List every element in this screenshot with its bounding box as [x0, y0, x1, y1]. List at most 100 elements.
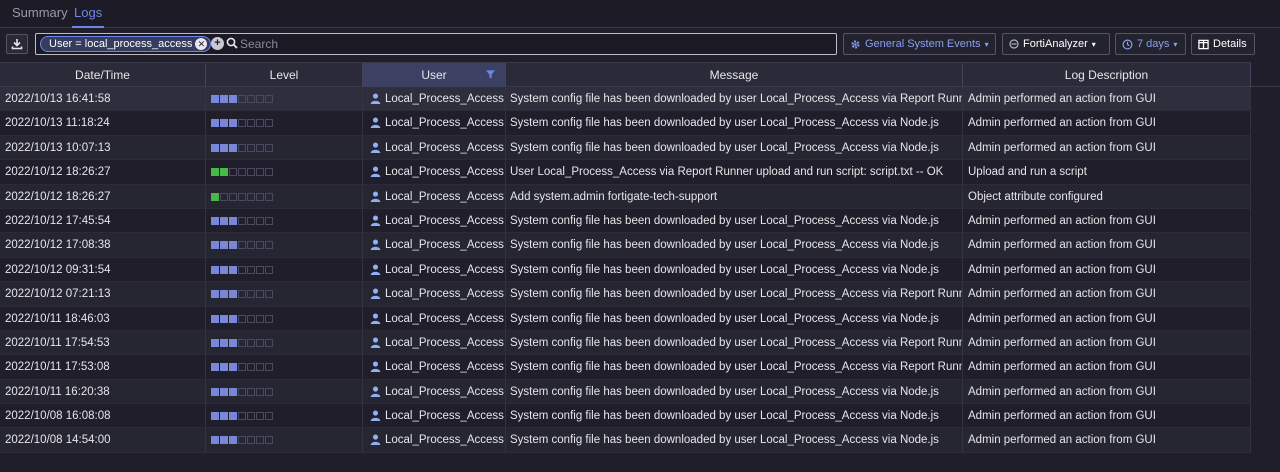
cell-level: [206, 306, 363, 331]
cell-description: Admin performed an action from GUI: [963, 330, 1251, 355]
cell-user: Local_Process_Access: [363, 208, 506, 233]
level-segment: [238, 436, 246, 445]
user-icon: [370, 337, 381, 348]
table-row[interactable]: 2022/10/12 18:26:27 Local_Process_Access A…: [0, 184, 1251, 209]
filter-chip-label: User = local_process_access: [49, 38, 193, 50]
level-segment: [256, 363, 264, 372]
close-icon[interactable]: ✕: [195, 38, 208, 50]
cell-message: System config file has been downloaded b…: [506, 111, 963, 136]
level-segment: [265, 192, 273, 201]
level-segment: [265, 241, 273, 250]
table-row[interactable]: 2022/10/11 18:46:03 Local_Process_Access S…: [0, 306, 1251, 331]
tab-summary[interactable]: Summary: [12, 5, 68, 27]
table-row[interactable]: 2022/10/11 17:53:08 Local_Process_Access S…: [0, 355, 1251, 380]
level-segment: [247, 119, 255, 128]
table-row[interactable]: 2022/10/12 18:26:27 Local_Process_Access U…: [0, 160, 1251, 185]
cell-level: [206, 160, 363, 185]
column-header-datetime[interactable]: Date/Time: [0, 63, 206, 87]
user-icon: [370, 361, 381, 373]
table-header: Date/Time Level User Message Log Descrip…: [0, 62, 1251, 87]
level-segment: [238, 192, 246, 201]
table-row[interactable]: 2022/10/12 09:31:54 Local_Process_Access S…: [0, 257, 1251, 283]
level-segment: [238, 363, 246, 372]
table-row[interactable]: 2022/10/11 16:20:38 Local_Process_Access S…: [0, 379, 1251, 405]
cell-user: Local_Process_Access: [363, 257, 506, 282]
filter-icon[interactable]: [485, 69, 496, 80]
level-indicator: [211, 387, 273, 396]
chevron-down-icon: ▾: [1091, 39, 1096, 49]
user-name: Local_Process_Access: [385, 434, 504, 447]
level-segment: [247, 436, 255, 445]
level-segment: [256, 412, 264, 421]
chevron-down-icon: ▾: [984, 39, 989, 49]
cell-datetime: 2022/10/12 18:26:27: [0, 184, 206, 209]
cell-datetime: 2022/10/13 11:18:24: [0, 111, 206, 136]
cell-level: [206, 428, 363, 453]
cell-level: [206, 257, 363, 282]
table-row[interactable]: 2022/10/11 17:54:53 Local_Process_Access S…: [0, 330, 1251, 356]
time-range-label: 7 days: [1137, 38, 1170, 50]
plus-circle-icon[interactable]: +: [211, 37, 224, 50]
download-button[interactable]: [6, 34, 28, 54]
column-header-user[interactable]: User: [363, 63, 506, 87]
level-segment: [265, 95, 273, 103]
column-header-level[interactable]: Level: [206, 63, 363, 87]
level-segment: [211, 119, 219, 128]
table-row[interactable]: 2022/10/13 10:07:13 Local_Process_Access S…: [0, 135, 1251, 161]
event-type-label: General System Events: [865, 38, 981, 50]
level-segment: [256, 338, 264, 347]
level-segment: [229, 265, 237, 274]
level-segment: [211, 290, 219, 299]
cell-level: [206, 330, 363, 355]
column-header-description[interactable]: Log Description: [963, 63, 1251, 87]
search-input[interactable]: [240, 36, 830, 52]
level-segment: [220, 143, 228, 152]
table-row[interactable]: 2022/10/08 14:54:00 Local_Process_Access S…: [0, 428, 1251, 453]
cell-datetime: 2022/10/11 17:54:53: [0, 330, 206, 355]
level-segment: [229, 168, 237, 177]
event-type-dropdown[interactable]: General System Events ▾: [843, 33, 996, 55]
table-row[interactable]: 2022/10/08 16:08:08 Local_Process_Access S…: [0, 404, 1251, 429]
level-indicator: [211, 338, 273, 347]
cell-message: Add system.admin fortigate-tech-support: [506, 184, 963, 209]
cell-user: Local_Process_Access: [363, 306, 506, 331]
level-segment: [256, 168, 264, 177]
level-segment: [220, 119, 228, 128]
cell-description: Admin performed an action from GUI: [963, 428, 1251, 453]
cell-level: [206, 379, 363, 404]
cell-message: System config file has been downloaded b…: [506, 135, 963, 160]
cell-datetime: 2022/10/12 18:26:27: [0, 160, 206, 185]
level-segment: [229, 241, 237, 250]
table-row[interactable]: 2022/10/12 17:45:54 Local_Process_Access S…: [0, 208, 1251, 234]
level-segment: [256, 290, 264, 299]
device-dropdown[interactable]: FortiAnalyzer ▾: [1002, 33, 1110, 55]
table-row[interactable]: 2022/10/13 16:41:58 Local_Process_Access S…: [0, 87, 1251, 112]
level-segment: [247, 314, 255, 323]
user-icon: [370, 410, 381, 422]
user-name: Local_Process_Access: [385, 361, 504, 374]
user-name: Local_Process_Access: [385, 190, 504, 203]
tab-logs[interactable]: Logs: [71, 5, 105, 28]
table-row[interactable]: 2022/10/12 07:21:13 Local_Process_Access S…: [0, 282, 1251, 307]
column-header-message[interactable]: Message: [506, 63, 963, 87]
level-segment: [238, 216, 246, 225]
table-row[interactable]: 2022/10/13 11:18:24 Local_Process_Access S…: [0, 111, 1251, 136]
cell-message: System config file has been downloaded b…: [506, 404, 963, 429]
filter-chip[interactable]: User = local_process_access ✕: [40, 36, 212, 52]
cell-message: System config file has been downloaded b…: [506, 379, 963, 404]
cell-datetime: 2022/10/13 10:07:13: [0, 135, 206, 160]
time-range-dropdown[interactable]: 7 days ▾: [1115, 33, 1186, 55]
level-segment: [229, 95, 237, 103]
search-box[interactable]: User = local_process_access ✕ +: [35, 33, 837, 55]
level-segment: [220, 265, 228, 274]
table-row[interactable]: 2022/10/12 17:08:38 Local_Process_Access S…: [0, 233, 1251, 258]
level-segment: [238, 119, 246, 128]
level-segment: [265, 412, 273, 421]
user-icon: [370, 239, 381, 251]
details-button[interactable]: Details: [1191, 33, 1255, 55]
level-segment: [265, 290, 273, 299]
cell-user: Local_Process_Access: [363, 160, 506, 185]
column-header-user-label: User: [421, 68, 447, 82]
level-segment: [238, 168, 246, 177]
cell-description: Admin performed an action from GUI: [963, 306, 1251, 331]
